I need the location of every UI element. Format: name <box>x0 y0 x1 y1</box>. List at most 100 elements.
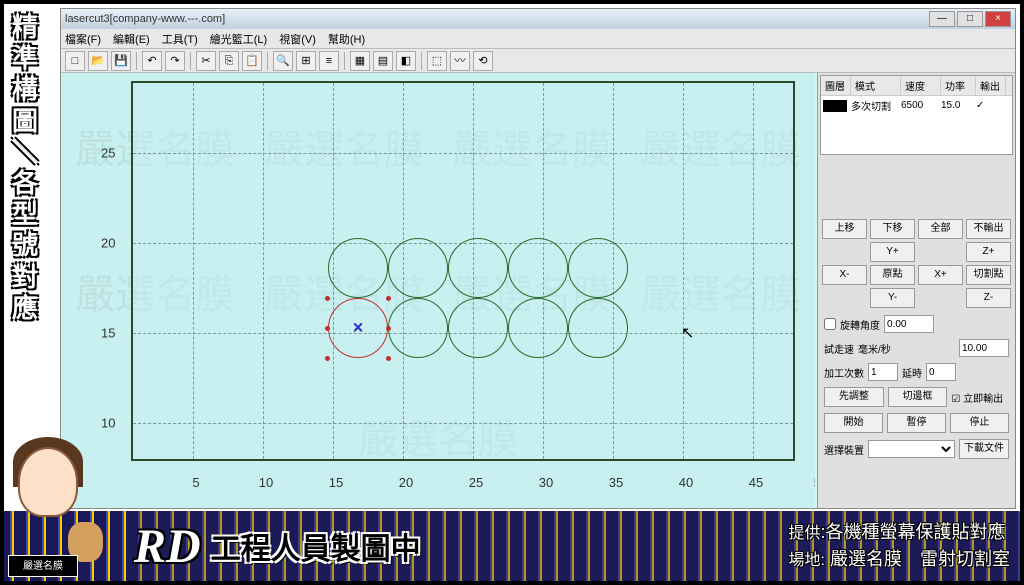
menubar: 檔案(F) 編輯(E) 工具(T) 繪光籃工(L) 視窗(V) 幫助(H) <box>61 29 1015 49</box>
circle-shape[interactable] <box>508 238 568 298</box>
col-output: 輸出 <box>976 76 1006 95</box>
tool-cut-icon[interactable]: ✂ <box>196 51 216 71</box>
tool-align-icon[interactable]: ≡ <box>319 51 339 71</box>
process-count-input[interactable] <box>868 363 898 381</box>
process-count-label: 加工次數 <box>824 365 864 380</box>
col-speed: 速度 <box>901 76 941 95</box>
rotate-input[interactable] <box>884 315 934 333</box>
cut-frame-button[interactable]: 切邊框 <box>888 387 948 407</box>
move-up-button[interactable]: 上移 <box>822 219 867 239</box>
tool-paste-icon[interactable]: 📋 <box>242 51 262 71</box>
y-tick: 15 <box>101 326 115 341</box>
tool-copy-icon[interactable]: ⎘ <box>219 51 239 71</box>
tool-new-icon[interactable]: □ <box>65 51 85 71</box>
tool-grid-icon[interactable]: ⊞ <box>296 51 316 71</box>
y-tick: 20 <box>101 236 115 251</box>
immediate-output-check[interactable]: ☑ 立即輸出 <box>951 390 1009 405</box>
layer-color-swatch <box>823 100 847 112</box>
y-tick: 25 <box>101 146 115 161</box>
test-speed-label: 試走速 <box>824 341 854 356</box>
maximize-button[interactable]: □ <box>957 11 983 27</box>
circle-shape[interactable] <box>388 298 448 358</box>
bottom-caption: RD 工程人員製圖中 提供:各機種螢幕保護貼對應 場地: 嚴選名膜 雷射切割室 <box>4 511 1020 581</box>
brand-badge: 嚴選名膜 <box>8 555 78 577</box>
move-down-button[interactable]: 下移 <box>870 219 915 239</box>
stop-button[interactable]: 停止 <box>950 413 1009 433</box>
app-window: lasercut3[company-www.---.com] — □ × 檔案(… <box>60 8 1016 509</box>
drawing-boundary: × <box>131 81 795 461</box>
test-speed-input[interactable] <box>959 339 1009 357</box>
circle-shape[interactable] <box>568 298 628 358</box>
circle-shape[interactable] <box>448 298 508 358</box>
canvas-workspace[interactable]: 嚴選名膜嚴選名膜嚴選名膜 嚴選名膜嚴選名膜嚴選名膜 嚴選名膜嚴選名膜嚴選名膜 1… <box>61 73 815 508</box>
tool-f-icon[interactable]: ⟲ <box>473 51 493 71</box>
adjust-button[interactable]: 先調整 <box>824 387 884 407</box>
x-minus-button[interactable]: X- <box>822 265 867 285</box>
minimize-button[interactable]: — <box>929 11 955 27</box>
bottom-main-text: 工程人員製圖中 <box>211 524 421 568</box>
window-title: lasercut3[company-www.---.com] <box>65 13 929 25</box>
x-tick: 50 <box>814 475 815 490</box>
titlebar: lasercut3[company-www.---.com] — □ × <box>61 9 1015 29</box>
center-marker-icon: × <box>353 318 364 339</box>
circle-shape[interactable] <box>568 238 628 298</box>
download-button[interactable]: 下載文件 <box>959 439 1009 459</box>
circle-shape[interactable] <box>328 238 388 298</box>
rotate-check[interactable] <box>824 318 836 330</box>
layer-row[interactable]: 多次切割 6500 15.0 ✓ <box>821 96 1012 115</box>
x-plus-button[interactable]: X+ <box>918 265 963 285</box>
selection-handle[interactable] <box>386 296 391 301</box>
selection-handle[interactable] <box>325 326 330 331</box>
tool-undo-icon[interactable]: ↶ <box>142 51 162 71</box>
tool-b-icon[interactable]: ▤ <box>373 51 393 71</box>
delay-input[interactable] <box>926 363 956 381</box>
circle-shape[interactable] <box>388 238 448 298</box>
cursor-icon: ↖ <box>681 323 694 343</box>
col-layer: 圖層 <box>821 76 851 95</box>
selection-handle[interactable] <box>325 296 330 301</box>
cut-point-button[interactable]: 切割點 <box>966 265 1011 285</box>
x-tick: 25 <box>469 475 483 490</box>
tool-open-icon[interactable]: 📂 <box>88 51 108 71</box>
pause-button[interactable]: 暫停 <box>887 413 946 433</box>
menu-window[interactable]: 視窗(V) <box>279 31 316 47</box>
device-label: 選擇裝置 <box>824 442 864 457</box>
circle-shape[interactable] <box>448 238 508 298</box>
y-minus-button[interactable]: Y- <box>870 288 915 308</box>
col-mode: 模式 <box>851 76 901 95</box>
tool-c-icon[interactable]: ◧ <box>396 51 416 71</box>
selection-handle[interactable] <box>325 356 330 361</box>
tool-e-icon[interactable]: 〰 <box>450 51 470 71</box>
tool-redo-icon[interactable]: ↷ <box>165 51 185 71</box>
tool-save-icon[interactable]: 💾 <box>111 51 131 71</box>
menu-file[interactable]: 檔案(F) <box>65 31 101 47</box>
rd-logo-text: RD <box>134 519 201 574</box>
selection-handle[interactable] <box>386 356 391 361</box>
x-tick: 35 <box>609 475 623 490</box>
origin-button[interactable]: 原點 <box>870 265 915 285</box>
delay-label: 延時 <box>902 365 922 380</box>
properties-panel: 圖層 模式 速度 功率 輸出 多次切割 6500 15.0 ✓ 上移 下移 全部 <box>817 73 1015 508</box>
z-plus-button[interactable]: Z+ <box>966 242 1011 262</box>
close-button[interactable]: × <box>985 11 1011 27</box>
toolbar: □ 📂 💾 ↶ ↷ ✂ ⎘ 📋 🔍 ⊞ ≡ ▦ ▤ ◧ ⬚ 〰 ⟲ <box>61 49 1015 73</box>
no-output-button[interactable]: 不輸出 <box>966 219 1011 239</box>
selection-handle[interactable] <box>386 326 391 331</box>
menu-laser[interactable]: 繪光籃工(L) <box>210 31 267 47</box>
z-minus-button[interactable]: Z- <box>966 288 1011 308</box>
y-plus-button[interactable]: Y+ <box>870 242 915 262</box>
device-select[interactable] <box>868 440 955 458</box>
x-tick: 20 <box>399 475 413 490</box>
x-tick: 30 <box>539 475 553 490</box>
start-button[interactable]: 開始 <box>824 413 883 433</box>
menu-tools[interactable]: 工具(T) <box>162 31 198 47</box>
y-tick: 10 <box>101 416 115 431</box>
menu-edit[interactable]: 編輯(E) <box>113 31 150 47</box>
menu-help[interactable]: 幫助(H) <box>328 31 365 47</box>
select-all-button[interactable]: 全部 <box>918 219 963 239</box>
rotate-label: 旋轉角度 <box>840 317 880 332</box>
tool-a-icon[interactable]: ▦ <box>350 51 370 71</box>
tool-d-icon[interactable]: ⬚ <box>427 51 447 71</box>
circle-shape[interactable] <box>508 298 568 358</box>
tool-zoom-icon[interactable]: 🔍 <box>273 51 293 71</box>
